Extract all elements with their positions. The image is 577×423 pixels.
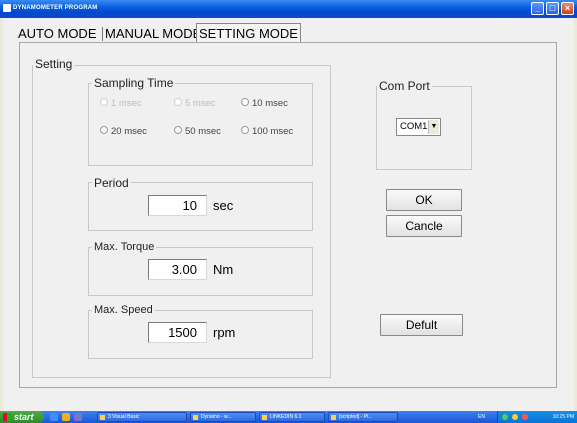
tray-alert-icon[interactable] — [522, 414, 528, 420]
start-button[interactable]: start — [0, 411, 44, 423]
tab-auto-mode[interactable]: AUTO MODE — [17, 25, 98, 43]
taskbar-item-dynamo[interactable]: Dynamo - w... — [190, 412, 256, 422]
chevron-down-icon[interactable]: ▼ — [428, 120, 439, 134]
max-speed-unit: rpm — [213, 325, 236, 340]
max-torque-unit: Nm — [213, 262, 234, 277]
sampling-time-label: Sampling Time — [92, 76, 176, 90]
tray-volume-icon[interactable] — [512, 414, 518, 420]
taskbar-item-linkedin[interactable]: LINKEDIN 6.1 — [259, 412, 325, 422]
cancel-button[interactable]: Cancle — [386, 215, 462, 237]
window-title: DYNAMOMETER PROGRAM — [13, 5, 98, 11]
com-port-select[interactable]: COM1 ▼ — [396, 118, 441, 136]
max-speed-input[interactable]: 1500 — [148, 322, 207, 343]
max-torque-label: Max. Torque — [92, 240, 157, 254]
tab-separator — [102, 27, 103, 41]
max-speed-label: Max. Speed — [92, 303, 155, 317]
maximize-button[interactable]: □ — [546, 2, 559, 15]
taskbar-item-visual-basic[interactable]: 3 Visual Basic — [97, 412, 187, 422]
period-label: Period — [92, 176, 131, 190]
period-input[interactable]: 10 — [148, 195, 207, 216]
quicklaunch-ie-icon[interactable] — [50, 413, 58, 421]
app-icon — [3, 4, 11, 12]
radio-1msec: 1 msec — [100, 98, 142, 110]
minimize-button[interactable]: _ — [531, 2, 544, 15]
radio-10msec[interactable]: 10 msec — [241, 98, 288, 110]
ok-button[interactable]: OK — [386, 189, 462, 211]
com-port-label: Com Port — [377, 79, 432, 93]
com-port-value: COM1 — [400, 121, 428, 132]
radio-100msec[interactable]: 100 msec — [241, 126, 293, 138]
taskbar: start 3 Visual Basic Dynamo - w... LINKE… — [0, 411, 577, 423]
radio-20msec[interactable]: 20 msec — [100, 126, 147, 138]
clock: 10:25 PM — [552, 414, 574, 420]
period-unit: sec — [213, 198, 234, 213]
system-tray: 10:25 PM — [497, 411, 577, 423]
close-button[interactable]: × — [561, 2, 574, 15]
radio-5msec: 5 msec — [174, 98, 216, 110]
language-indicator[interactable]: EN — [478, 411, 485, 423]
default-button[interactable]: Defult — [380, 314, 463, 336]
setting-group-label: Setting — [33, 57, 75, 71]
client-area: AUTO MODE MANUAL MODE SETTING MODE Setti… — [3, 18, 574, 411]
title-bar[interactable]: DYNAMOMETER PROGRAM _ □ × — [0, 0, 577, 18]
sampling-time-group — [88, 83, 313, 166]
windows-logo-icon — [3, 413, 11, 421]
taskbar-item-scripted[interactable]: [scripted] - Pi... — [328, 412, 398, 422]
tab-setting-mode[interactable]: SETTING MODE — [196, 23, 301, 43]
tab-manual-mode[interactable]: MANUAL MODE — [104, 25, 202, 43]
tray-network-icon[interactable] — [502, 414, 508, 420]
radio-50msec[interactable]: 50 msec — [174, 126, 221, 138]
quicklaunch-media-icon[interactable] — [74, 413, 82, 421]
max-torque-input[interactable]: 3.00 — [148, 259, 207, 280]
quicklaunch-folder-icon[interactable] — [62, 413, 70, 421]
